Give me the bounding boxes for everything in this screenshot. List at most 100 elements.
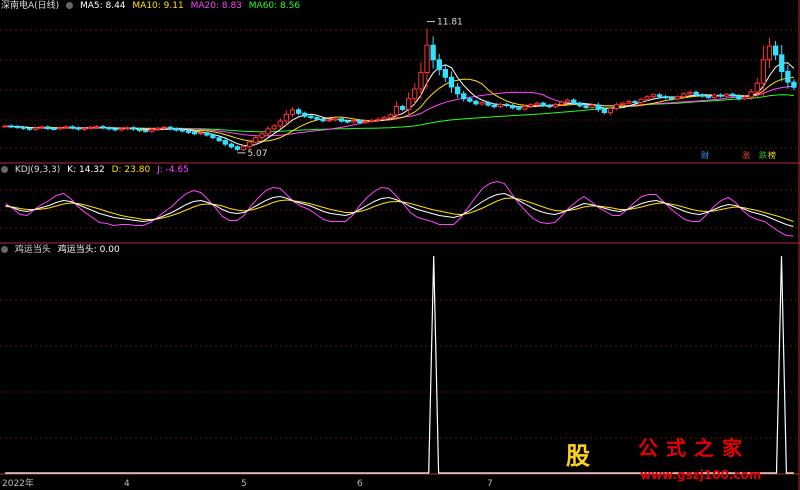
candle-body [546, 105, 553, 108]
candle-body [26, 127, 33, 130]
candle-body [558, 101, 565, 105]
candle-body [522, 105, 528, 110]
settings-dot-icon[interactable] [1, 246, 8, 253]
candle-body [497, 103, 504, 108]
candle-body [161, 126, 167, 129]
candle-body [204, 132, 210, 136]
candle-body [565, 99, 571, 103]
candle-body [302, 112, 308, 117]
candle-body [387, 114, 394, 119]
candle-body [785, 70, 791, 83]
candle-body [149, 129, 155, 132]
candle-body [210, 134, 216, 139]
candle-body [259, 133, 265, 139]
x-tick-label: 5 [241, 479, 247, 489]
candle-body [51, 128, 57, 130]
price-header: 深南电A(日线) MA5: 8.44 MA10: 9.11 MA20: 8.83… [1, 1, 304, 12]
watermark: 股 公式之家 www.gszj100.com [556, 432, 800, 490]
candle-body [595, 104, 601, 110]
candle-body [632, 101, 638, 104]
candle-body [332, 118, 338, 121]
candle-body [198, 132, 204, 135]
x-tick-label: 2022年 [2, 479, 34, 489]
kdj-d-label: D: 23.80 [111, 165, 151, 175]
candle-body [491, 104, 497, 108]
candle-body [137, 128, 143, 132]
x-tick-label: 4 [124, 479, 130, 489]
settings-dot-icon[interactable] [66, 2, 74, 9]
badge-bang[interactable]: 榜 [766, 151, 778, 161]
candle-body [326, 119, 332, 122]
candle-body [173, 128, 179, 131]
candle-body [779, 54, 785, 73]
candle-body [130, 127, 137, 130]
candle-body [503, 103, 510, 107]
candle-body [791, 81, 797, 88]
candle-body [94, 126, 100, 129]
candle-body [314, 117, 320, 120]
candle-body [2, 125, 8, 128]
candle-body [766, 45, 773, 61]
candle-body [516, 107, 522, 110]
candle-body [473, 100, 479, 105]
candle-body [192, 131, 198, 135]
candle-body [308, 115, 314, 119]
candle-body [179, 129, 186, 132]
candle-body [247, 141, 253, 147]
candle-body [687, 91, 693, 95]
candle-body [620, 102, 626, 106]
candle-body [669, 97, 675, 100]
candle-body [8, 125, 14, 128]
candle-body [540, 102, 546, 106]
candle-body [81, 127, 88, 130]
candle-body [357, 120, 363, 124]
candle-body [717, 94, 724, 97]
candle-body [381, 117, 387, 120]
candle-body [510, 105, 516, 109]
candle-body [406, 98, 412, 110]
candle-body [106, 127, 112, 130]
candle-body [124, 127, 130, 130]
badge-zhang[interactable]: 涨 [740, 151, 752, 161]
candle-body [705, 95, 712, 98]
candle-body [418, 71, 424, 90]
candle-body [448, 76, 455, 88]
candle-body [693, 91, 699, 96]
candle-body [118, 128, 124, 131]
candle-body [485, 101, 491, 106]
candle-body [234, 146, 241, 150]
low-label: 5.07 [247, 149, 267, 159]
candle-body [167, 126, 173, 130]
candle-body [607, 107, 614, 114]
kdj-k-label: K: 14.32 [67, 165, 105, 175]
candle-body [112, 128, 118, 131]
candle-body [699, 94, 705, 97]
candle-body [754, 82, 760, 93]
candle-body [393, 106, 400, 116]
ma5-label: MA5: 8.44 [79, 1, 126, 11]
candle-body [601, 108, 608, 114]
candle-body [534, 102, 540, 106]
candle-body [424, 44, 430, 73]
candle-body [442, 69, 449, 78]
settings-dot-icon[interactable] [1, 166, 8, 173]
candle-body [589, 104, 595, 108]
candle-body [216, 137, 222, 142]
badge-cai[interactable]: 财 [699, 151, 711, 161]
candle-body [430, 44, 436, 61]
candle-body [369, 119, 375, 123]
candle-body [583, 105, 589, 109]
candle-body [461, 93, 467, 100]
watermark-url: www.gszj100.com [640, 468, 762, 482]
candle-body [75, 127, 82, 130]
watermark-title: 公式之家 [638, 436, 750, 460]
candle-body [277, 120, 283, 127]
candle-body [155, 127, 161, 131]
candle-body [711, 94, 718, 98]
candle-body [467, 98, 473, 102]
candle-body [100, 126, 106, 129]
candle-body [296, 109, 302, 114]
candle-body [185, 130, 192, 133]
candle-body [63, 126, 69, 129]
candle-body [375, 118, 381, 121]
